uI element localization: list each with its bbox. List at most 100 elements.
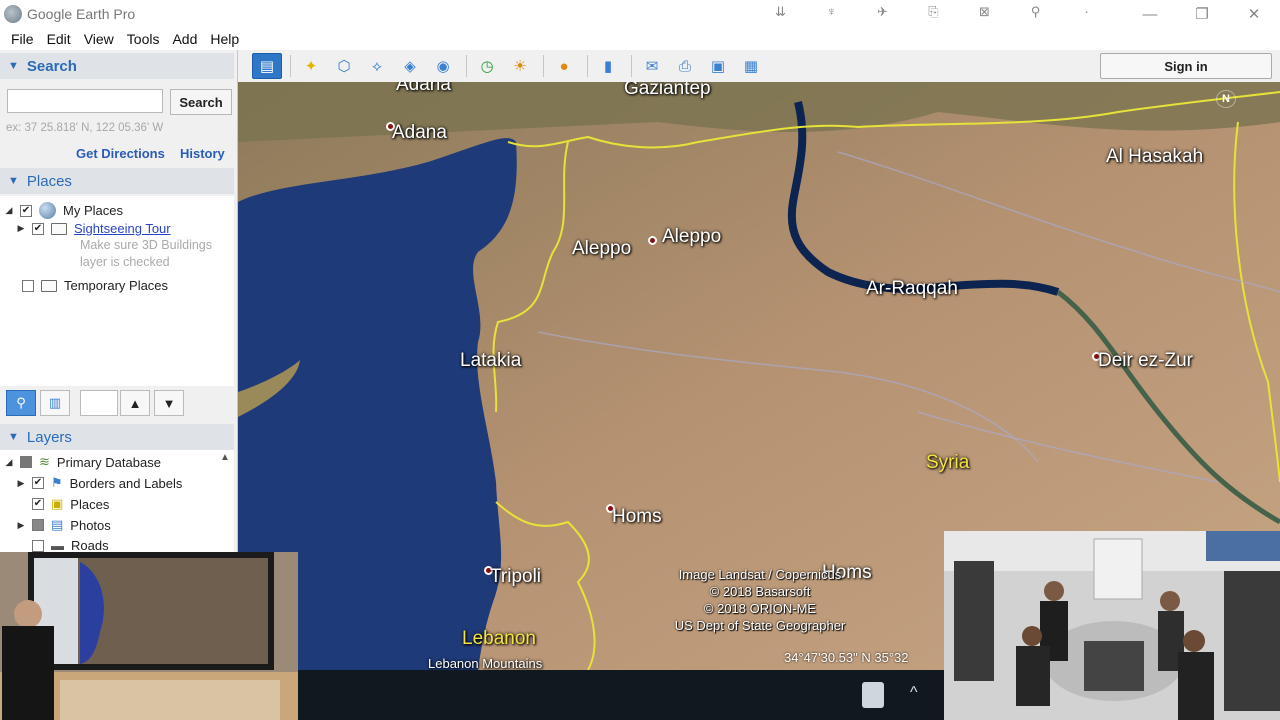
- get-directions-link[interactable]: Get Directions: [76, 146, 165, 161]
- collapse-triangle-icon: ▼: [8, 175, 19, 187]
- menu-edit[interactable]: Edit: [42, 31, 76, 47]
- save-image-button[interactable]: ▣: [703, 53, 733, 79]
- tour-note-line: Make sure 3D Buildings: [80, 238, 213, 252]
- map-label-latakia: Latakia: [460, 350, 522, 371]
- map-label-tripoli: Tripoli: [490, 566, 542, 587]
- attribution-line: Image Landsat / Copernicus: [678, 567, 842, 582]
- print-button[interactable]: ⎙: [670, 53, 700, 79]
- tree-item-roads[interactable]: ▬ Roads: [16, 538, 109, 553]
- places-tree: ◢ ✔ My Places ▶ ✔ Sightseeing Tour Make …: [0, 196, 234, 386]
- plane-icon[interactable]: ✈: [857, 4, 908, 20]
- dot-icon[interactable]: ·: [1061, 4, 1112, 20]
- magnifier-icon: ⚲: [16, 395, 26, 410]
- layers-panel-header[interactable]: ▼ Layers: [0, 424, 234, 450]
- close-button[interactable]: ✕: [1228, 0, 1280, 28]
- photos-checkbox[interactable]: [32, 519, 44, 531]
- toggle-panel-button[interactable]: ▥: [40, 390, 70, 416]
- planet-icon: ●: [559, 57, 569, 75]
- history-link[interactable]: History: [180, 146, 225, 161]
- menu-help[interactable]: Help: [205, 31, 244, 47]
- export-icon[interactable]: ⎘: [908, 4, 959, 20]
- map-label-aleppo-city: Aleppo: [662, 226, 722, 247]
- tree-item-photos[interactable]: ▶ ▤ Photos: [16, 517, 111, 533]
- layers-stack-icon: ≋: [39, 454, 50, 469]
- places-square-icon: ▣: [51, 496, 64, 511]
- roads-label: Roads: [71, 538, 109, 553]
- borders-checkbox[interactable]: ✔: [32, 477, 44, 489]
- move-up-button[interactable]: ▲: [120, 390, 150, 416]
- placemark-pin-icon[interactable]: ♆: [806, 4, 857, 20]
- print-icon: ⎙: [678, 57, 691, 75]
- web-icon[interactable]: ⊠: [959, 4, 1010, 20]
- add-path-button[interactable]: ⟡: [362, 53, 392, 79]
- collapse-triangle-icon: ▼: [8, 431, 19, 443]
- expand-right-icon[interactable]: ▶: [16, 520, 26, 531]
- places-layer-checkbox[interactable]: ✔: [32, 498, 44, 510]
- email-button[interactable]: ✉: [637, 53, 667, 79]
- menu-add[interactable]: Add: [167, 31, 202, 47]
- switch-planet-button[interactable]: ●: [549, 53, 579, 79]
- ruler-button[interactable]: ▮: [593, 53, 623, 79]
- move-down-button[interactable]: ▼: [154, 390, 184, 416]
- tray-caret-icon[interactable]: ^: [910, 684, 918, 702]
- expand-down-icon[interactable]: ◢: [4, 205, 14, 216]
- search-panel-header[interactable]: ▼ Search: [0, 53, 234, 79]
- places-header-label: Places: [26, 172, 72, 190]
- north-indicator[interactable]: N: [1216, 90, 1236, 108]
- search-input[interactable]: [7, 89, 163, 113]
- places-panel-header[interactable]: ▼ Places: [0, 168, 234, 194]
- search-header-label: Search: [26, 57, 77, 75]
- sidebar-toggle-button[interactable]: ▤: [252, 53, 282, 79]
- minimize-button[interactable]: —: [1124, 0, 1176, 28]
- attribution-line: © 2018 Basarsoft: [709, 584, 811, 599]
- search-places-button[interactable]: ⚲: [6, 390, 36, 416]
- photos-icon: ▤: [51, 517, 64, 532]
- windows-taskbar: [298, 670, 944, 720]
- historical-imagery-button[interactable]: ◷: [472, 53, 502, 79]
- my-places-checkbox[interactable]: ✔: [20, 204, 32, 217]
- title-bar: Google Earth Pro ⇊ ♆ ✈ ⎘ ⊠ ⚲ · — ❐ ✕: [0, 0, 1280, 28]
- toolbar-toggle-icon[interactable]: ⇊: [755, 4, 806, 20]
- view-in-maps-button[interactable]: ▦: [736, 53, 766, 79]
- search-button[interactable]: Search: [170, 89, 232, 115]
- maximize-button[interactable]: ❐: [1176, 0, 1228, 28]
- sightseeing-checkbox[interactable]: ✔: [32, 222, 44, 235]
- tree-item-my-places[interactable]: ◢ ✔ My Places: [4, 202, 123, 219]
- map-label-aleppo-en: Aleppo: [572, 238, 632, 259]
- map-label-adana: Adana: [392, 122, 447, 143]
- city-dot-aleppo[interactable]: [648, 236, 657, 245]
- collapse-triangle-icon: ▼: [8, 60, 19, 72]
- placemark-icon: ✦: [304, 58, 318, 75]
- sign-in-button[interactable]: Sign in: [1100, 53, 1272, 79]
- places-filter-field[interactable]: [80, 390, 118, 416]
- add-polygon-button[interactable]: ⬡: [329, 53, 359, 79]
- roads-checkbox[interactable]: [32, 539, 44, 552]
- tour-note: Make sure 3D Buildings layer is checked: [80, 237, 230, 271]
- expand-right-icon[interactable]: ▶: [16, 223, 26, 234]
- map-label-homs: Homs: [612, 506, 662, 527]
- scroll-up-arrow-icon[interactable]: ▲: [217, 452, 233, 468]
- map-label-gaziantep: Gaziantep: [624, 82, 711, 99]
- menu-file[interactable]: File: [6, 31, 39, 47]
- tree-item-sightseeing-tour[interactable]: ▶ ✔ Sightseeing Tour: [16, 221, 171, 236]
- expand-down-icon[interactable]: ◢: [4, 457, 14, 468]
- tree-item-borders[interactable]: ▶ ✔ ⚑ Borders and Labels: [16, 475, 183, 491]
- add-overlay-button[interactable]: ◈: [395, 53, 425, 79]
- tree-item-places-layer[interactable]: ✔ ▣ Places: [16, 496, 109, 512]
- add-placemark-button[interactable]: ✦: [296, 53, 326, 79]
- menu-view[interactable]: View: [79, 31, 119, 47]
- sunlight-button[interactable]: ☀: [505, 53, 535, 79]
- tree-item-temporary-places[interactable]: Temporary Places: [22, 278, 168, 293]
- record-tour-button[interactable]: ◉: [428, 53, 458, 79]
- polygon-icon: ⬡: [337, 58, 351, 75]
- primary-database-checkbox[interactable]: [20, 456, 32, 468]
- expand-right-icon[interactable]: ▶: [16, 478, 26, 489]
- pin-pushpin-icon[interactable]: ⚲: [1010, 4, 1061, 20]
- menu-tools[interactable]: Tools: [122, 31, 165, 47]
- sightseeing-tour-link[interactable]: Sightseeing Tour: [74, 221, 171, 236]
- tree-item-primary-database[interactable]: ◢ ≋ Primary Database: [4, 454, 161, 470]
- recycle-bin-icon[interactable]: [862, 682, 884, 708]
- temporary-places-checkbox[interactable]: [22, 279, 34, 292]
- map-label-lebanon: Lebanon: [462, 628, 536, 649]
- folder-icon: [41, 279, 57, 292]
